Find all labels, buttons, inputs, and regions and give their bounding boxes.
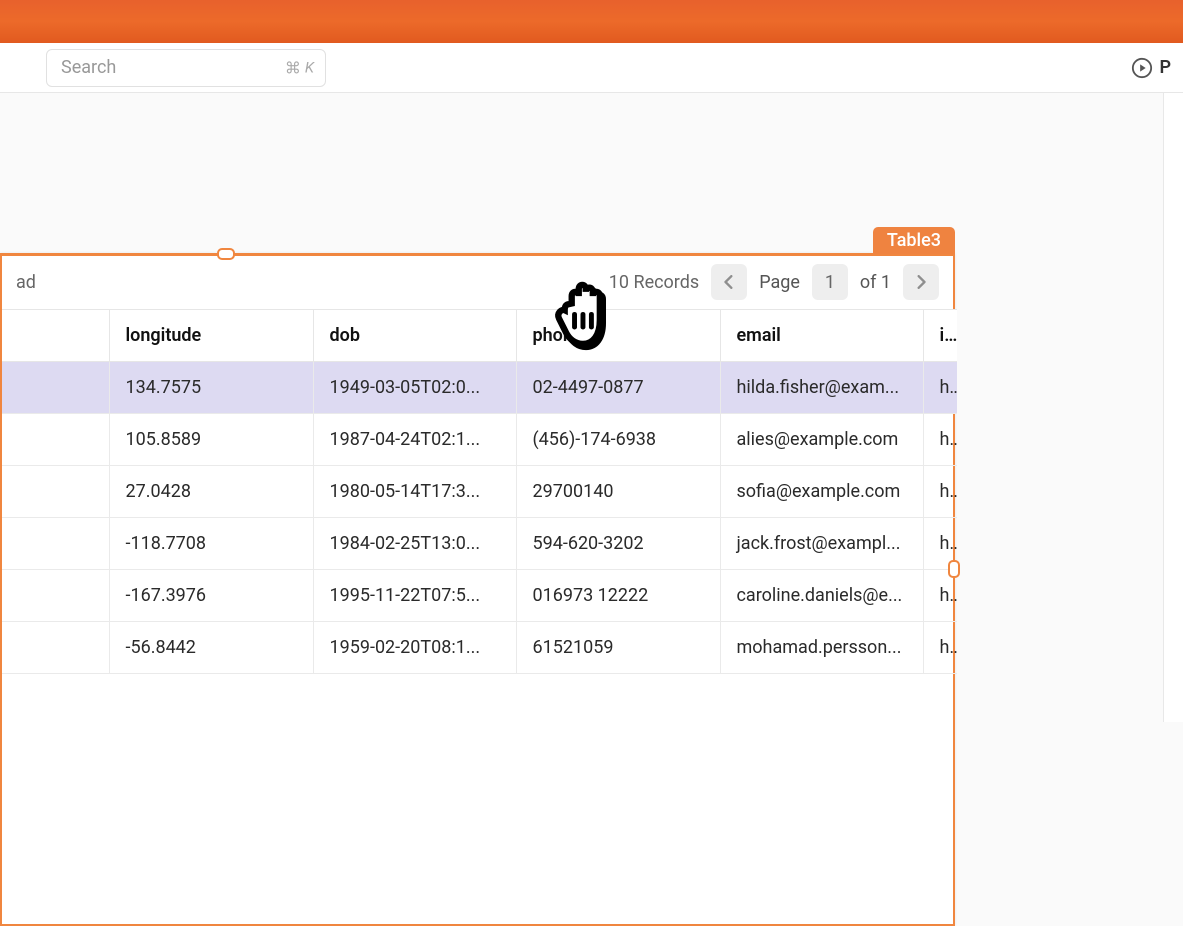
page-of-label: of 1 [860, 272, 891, 293]
cell[interactable]: 27.0428 [109, 466, 313, 518]
cell[interactable]: 29700140 [516, 466, 720, 518]
column-header[interactable]: dob [313, 310, 516, 362]
topbar: ⌘ K P [0, 43, 1183, 93]
table-row[interactable]: -56.84421959-02-20T08:1...61521059mohama… [2, 622, 957, 674]
cell[interactable]: 02-4497-0877 [516, 362, 720, 414]
cell-spacer[interactable] [2, 518, 109, 570]
resize-handle-top[interactable] [217, 248, 235, 260]
search-shortcut: ⌘ K [285, 58, 314, 77]
cell[interactable]: alies@example.com [720, 414, 923, 466]
column-header[interactable]: im [923, 310, 957, 362]
cell[interactable]: caroline.daniels@e... [720, 570, 923, 622]
table-row[interactable]: -118.77081984-02-25T13:0...594-620-3202j… [2, 518, 957, 570]
toolbar-right: 10 Records Page 1 of 1 [609, 264, 939, 300]
cell-spacer[interactable] [2, 414, 109, 466]
cell[interactable]: 1995-11-22T07:5... [313, 570, 516, 622]
page-next-button[interactable] [903, 264, 939, 300]
topbar-right: P [1131, 57, 1171, 79]
resize-handle-right[interactable] [948, 560, 960, 578]
cell[interactable]: ht [923, 622, 957, 674]
canvas[interactable]: Table3 ad 10 Records Page 1 of 1 [0, 93, 1183, 722]
chevron-right-icon [915, 275, 927, 289]
cell[interactable]: hilda.fisher@exam... [720, 362, 923, 414]
shortcut-mod: ⌘ [285, 58, 301, 77]
right-panel [1163, 93, 1183, 722]
cell[interactable]: mohamad.persson... [720, 622, 923, 674]
column-header[interactable]: email [720, 310, 923, 362]
cell[interactable]: ht [923, 362, 957, 414]
play-icon[interactable] [1131, 57, 1153, 79]
cell[interactable]: 1987-04-24T02:1... [313, 414, 516, 466]
cell-spacer[interactable] [2, 570, 109, 622]
cell[interactable]: (456)-174-6938 [516, 414, 720, 466]
cell[interactable]: 016973 12222 [516, 570, 720, 622]
page-current[interactable]: 1 [812, 264, 848, 300]
chevron-left-icon [723, 275, 735, 289]
cell[interactable]: -118.7708 [109, 518, 313, 570]
cell[interactable]: 105.8589 [109, 414, 313, 466]
column-header[interactable]: phone [516, 310, 720, 362]
selection-edge [2, 254, 953, 256]
table-head: longitude dob phone email im [2, 310, 957, 362]
topbar-right-label: P [1159, 57, 1171, 78]
cell[interactable]: jack.frost@exampl... [720, 518, 923, 570]
column-header[interactable]: longitude [109, 310, 313, 362]
cell[interactable]: sofia@example.com [720, 466, 923, 518]
table-body: 134.75751949-03-05T02:0...02-4497-0877hi… [2, 362, 957, 674]
cell[interactable]: 1984-02-25T13:0... [313, 518, 516, 570]
cell[interactable]: 594-620-3202 [516, 518, 720, 570]
table-widget[interactable]: Table3 ad 10 Records Page 1 of 1 [0, 253, 955, 926]
cell-spacer[interactable] [2, 466, 109, 518]
cell[interactable]: 134.7575 [109, 362, 313, 414]
cell[interactable]: 1959-02-20T08:1... [313, 622, 516, 674]
data-table[interactable]: longitude dob phone email im 134.7575194… [2, 309, 957, 674]
table-row[interactable]: 134.75751949-03-05T02:0...02-4497-0877hi… [2, 362, 957, 414]
table-row[interactable]: 27.04281980-05-14T17:3...29700140sofia@e… [2, 466, 957, 518]
cell[interactable]: -56.8442 [109, 622, 313, 674]
cell[interactable]: ht [923, 414, 957, 466]
toolbar-left-text: ad [16, 272, 36, 293]
column-spacer [2, 310, 109, 362]
cell[interactable]: -167.3976 [109, 570, 313, 622]
shortcut-key: K [305, 59, 314, 77]
cell[interactable]: 61521059 [516, 622, 720, 674]
records-count: 10 Records [609, 272, 699, 293]
page-prev-button[interactable] [711, 264, 747, 300]
table-row[interactable]: -167.39761995-11-22T07:5...016973 12222c… [2, 570, 957, 622]
cell[interactable]: 1980-05-14T17:3... [313, 466, 516, 518]
cell[interactable]: 1949-03-05T02:0... [313, 362, 516, 414]
widget-tab[interactable]: Table3 [873, 227, 955, 254]
table-toolbar: ad 10 Records Page 1 of 1 [2, 255, 953, 309]
cell[interactable]: ht [923, 466, 957, 518]
table-row[interactable]: 105.85891987-04-24T02:1...(456)-174-6938… [2, 414, 957, 466]
cell-spacer[interactable] [2, 622, 109, 674]
cell-spacer[interactable] [2, 362, 109, 414]
search-wrap: ⌘ K [46, 49, 326, 87]
app-header-band [0, 0, 1183, 43]
page-label: Page [759, 272, 800, 293]
